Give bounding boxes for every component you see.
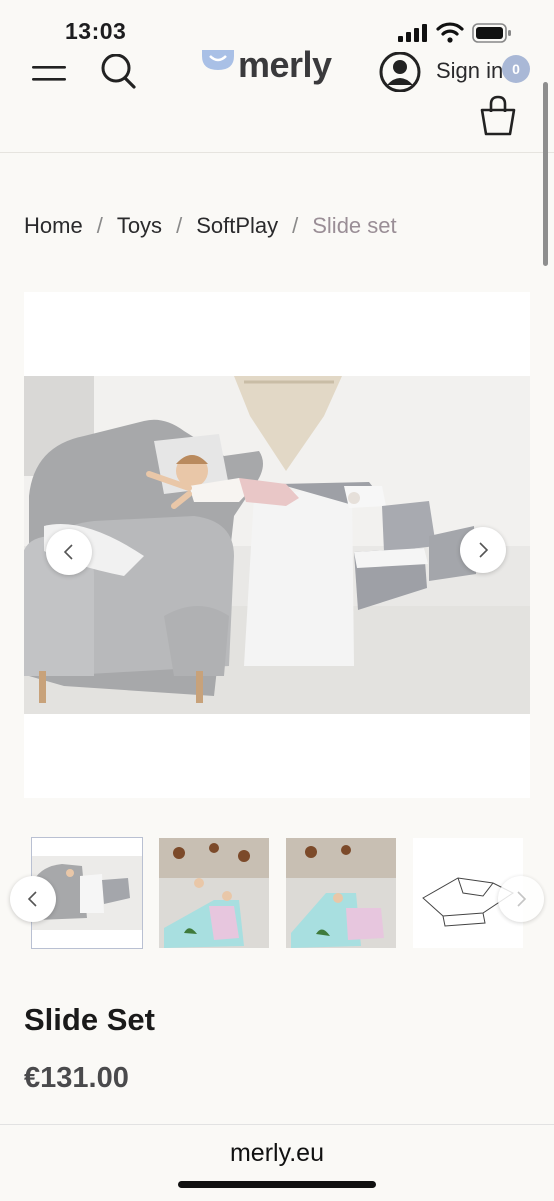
- logo[interactable]: merly: [200, 44, 350, 90]
- logo-mark-icon: [202, 50, 234, 70]
- gallery-prev-button[interactable]: [46, 529, 92, 575]
- chevron-right-icon: [517, 891, 527, 907]
- thumbnail-next-button[interactable]: [498, 876, 544, 922]
- search-icon[interactable]: [98, 54, 140, 90]
- scrollbar[interactable]: [543, 82, 548, 266]
- breadcrumb-separator: /: [292, 213, 299, 238]
- thumbnail-2-image: [159, 838, 269, 948]
- site-header: merly Sign in 0: [0, 44, 554, 153]
- menu-icon[interactable]: [32, 64, 68, 84]
- chevron-left-icon: [63, 544, 73, 560]
- gallery-next-button[interactable]: [460, 527, 506, 573]
- product-main-image[interactable]: [24, 292, 530, 798]
- cart-count-badge: 0: [502, 55, 530, 83]
- url-text[interactable]: merly.eu: [0, 1139, 554, 1168]
- thumbnail-prev-button[interactable]: [10, 876, 56, 922]
- breadcrumb-separator: /: [96, 213, 103, 238]
- product-title: Slide Set: [24, 1002, 155, 1037]
- breadcrumb-home[interactable]: Home: [24, 213, 83, 239]
- breadcrumb-current: Slide set: [312, 213, 397, 238]
- status-time: 13:03: [65, 18, 127, 44]
- cart-icon[interactable]: [476, 94, 520, 138]
- breadcrumb: Home / Toys / SoftPlay / Slide set: [24, 213, 397, 239]
- chevron-right-icon: [479, 542, 489, 558]
- product-price: €131.00: [24, 1062, 129, 1094]
- thumbnail-2[interactable]: [159, 838, 269, 948]
- logo-text: merly: [238, 44, 332, 85]
- sign-in-link[interactable]: Sign in: [436, 58, 503, 84]
- breadcrumb-softplay[interactable]: SoftPlay: [196, 213, 278, 239]
- thumbnail-3[interactable]: [286, 838, 396, 948]
- battery-icon: [472, 23, 511, 43]
- wifi-icon: [436, 22, 464, 43]
- thumbnail-strip: [0, 837, 554, 950]
- browser-address-bar: merly.eu: [0, 1124, 554, 1201]
- home-indicator[interactable]: [178, 1181, 376, 1188]
- breadcrumb-toys[interactable]: Toys: [117, 213, 162, 239]
- cellular-signal-icon: [398, 24, 427, 42]
- breadcrumb-separator: /: [176, 213, 183, 238]
- product-photo: [24, 376, 530, 714]
- account-icon[interactable]: [378, 52, 422, 92]
- chevron-left-icon: [27, 891, 37, 907]
- thumbnail-3-image: [286, 838, 396, 948]
